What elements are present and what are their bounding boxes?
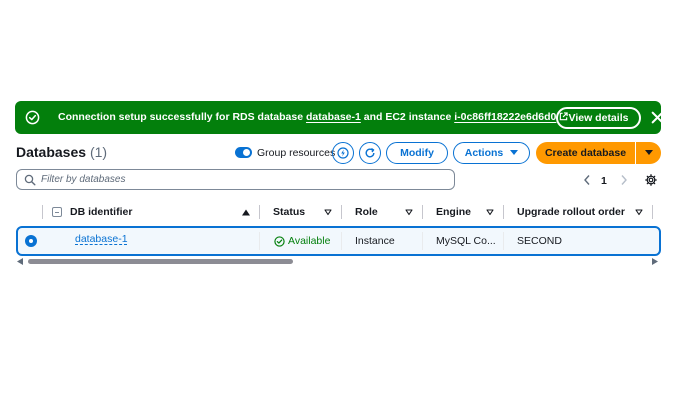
db-identifier-link[interactable]: database-1: [75, 233, 128, 245]
column-header-upgrade-rollout-order[interactable]: Upgrade rollout order: [517, 206, 625, 218]
banner-text-middle: and EC2 instance: [360, 111, 455, 123]
lightning-icon: [337, 147, 349, 159]
pagination-current-page[interactable]: 1: [601, 175, 607, 187]
horizontal-scrollbar[interactable]: [28, 259, 293, 264]
sort-icon[interactable]: [324, 209, 332, 216]
create-database-button[interactable]: Create database: [536, 142, 635, 164]
modify-button[interactable]: Modify: [386, 142, 448, 164]
group-resources-label: Group resources: [257, 147, 336, 159]
row-select-radio[interactable]: [25, 235, 37, 247]
column-header-status[interactable]: Status: [273, 206, 305, 218]
sort-icon[interactable]: [405, 209, 413, 216]
actions-button[interactable]: Actions: [453, 142, 530, 164]
lightning-button[interactable]: [332, 142, 354, 164]
column-header-role[interactable]: Role: [355, 206, 378, 218]
sort-icon[interactable]: [486, 209, 494, 216]
status-text: Available: [288, 235, 331, 247]
row-divider: [422, 232, 423, 250]
close-icon[interactable]: [651, 111, 664, 124]
resource-count: (1): [89, 144, 108, 160]
caret-down-icon: [510, 150, 519, 155]
group-resources-toggle[interactable]: [235, 147, 252, 158]
column-divider[interactable]: [652, 205, 653, 219]
banner-text-before: Connection setup successfully for RDS da…: [58, 111, 306, 123]
refresh-icon: [365, 148, 375, 158]
view-details-button[interactable]: View details: [556, 107, 641, 129]
pagination-next-icon[interactable]: [619, 174, 629, 186]
sort-icon[interactable]: [635, 209, 643, 216]
pagination-previous-icon[interactable]: [582, 174, 592, 186]
column-divider[interactable]: [503, 205, 504, 219]
scroll-left-icon[interactable]: [17, 258, 23, 265]
scroll-right-icon[interactable]: [652, 258, 658, 265]
filter-input[interactable]: [41, 172, 441, 187]
column-divider[interactable]: [422, 205, 423, 219]
select-all-checkbox[interactable]: [52, 207, 62, 217]
column-divider[interactable]: [259, 205, 260, 219]
column-divider[interactable]: [42, 205, 43, 219]
create-database-dropdown-button[interactable]: [636, 142, 661, 164]
column-divider[interactable]: [341, 205, 342, 219]
refresh-button[interactable]: [359, 142, 381, 164]
status-badge: Available: [274, 235, 330, 247]
success-check-icon: [274, 235, 285, 247]
sort-ascending-icon[interactable]: [242, 209, 250, 216]
caret-down-icon: [644, 150, 653, 155]
role-cell: Instance: [355, 235, 395, 247]
column-header-db-identifier[interactable]: DB identifier: [70, 206, 132, 218]
search-icon: [24, 174, 36, 186]
row-divider: [341, 232, 342, 250]
column-header-engine[interactable]: Engine: [436, 206, 471, 218]
row-divider: [503, 232, 504, 250]
gear-icon[interactable]: [645, 174, 657, 186]
actions-label: Actions: [464, 147, 504, 159]
row-divider: [259, 232, 260, 250]
page-title-text: Databases: [16, 144, 87, 160]
success-banner: Connection setup successfully for RDS da…: [15, 101, 664, 134]
banner-instance-link[interactable]: i-0c86ff18222e6d6d0: [454, 111, 556, 123]
engine-cell: MySQL Co...: [436, 235, 496, 247]
banner-message: Connection setup successfully for RDS da…: [58, 111, 569, 123]
page-title: Databases (1): [16, 144, 107, 160]
filter-bar: [16, 169, 455, 190]
upgrade-rollout-order-cell: SECOND: [517, 235, 562, 247]
success-check-icon: [25, 110, 40, 125]
banner-db-link[interactable]: database-1: [306, 111, 361, 123]
